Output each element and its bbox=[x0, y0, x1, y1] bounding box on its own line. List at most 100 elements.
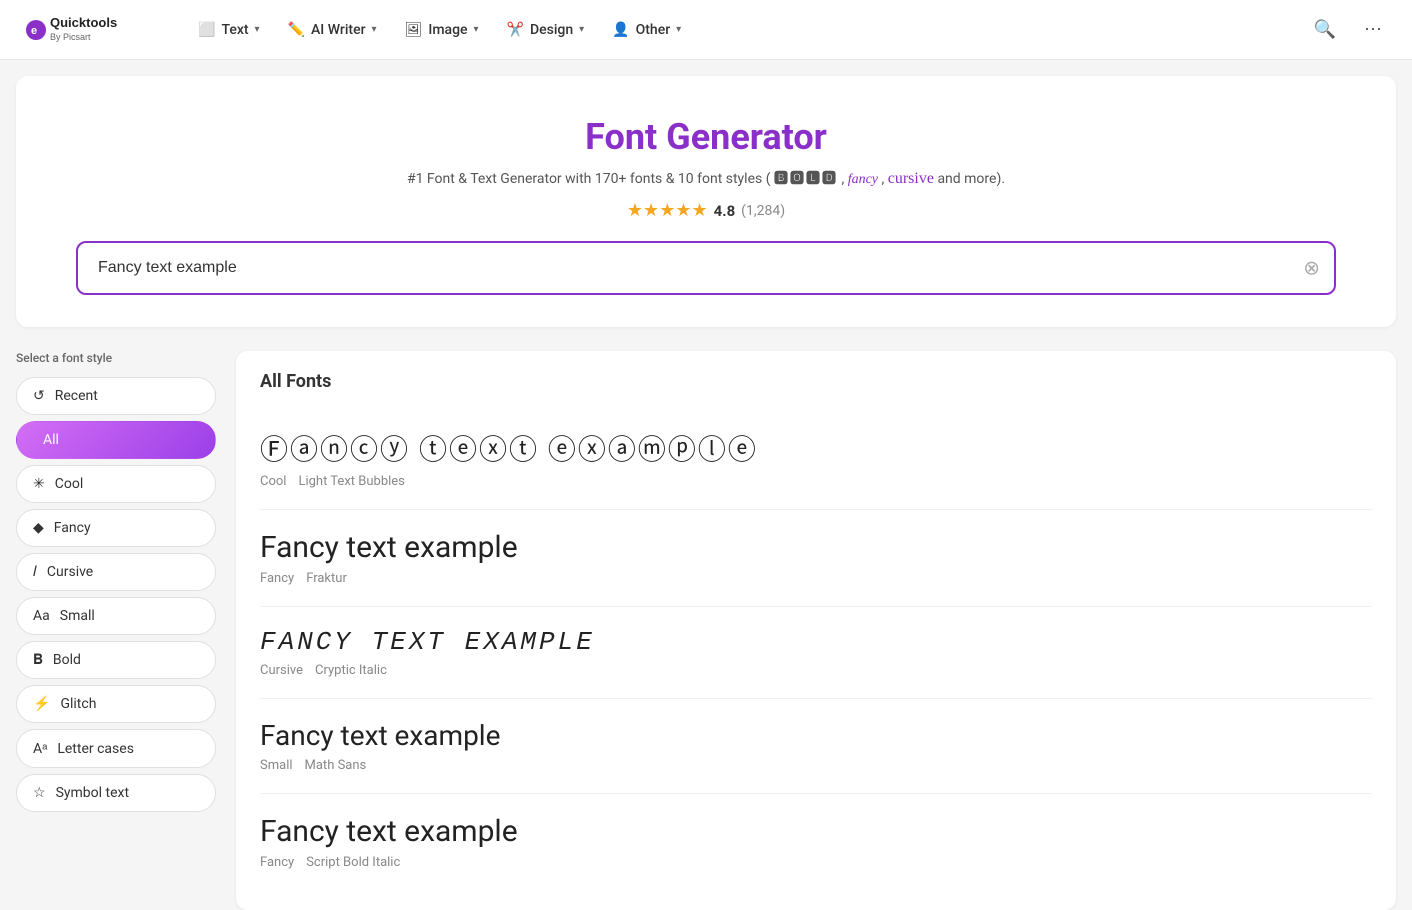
sidebar-items: ↺ Recent All ✳ Cool ◆ Fancy 𝐼 Cursive Aa… bbox=[16, 377, 216, 812]
svg-text:Quicktools: Quicktools bbox=[50, 15, 117, 30]
sidebar-item-label-all: All bbox=[43, 432, 59, 448]
sidebar-item-small[interactable]: Aa Small bbox=[16, 597, 216, 635]
nav-item-design[interactable]: ✂️ Design ▾ bbox=[495, 14, 597, 46]
sidebar-item-label-cool: Cool bbox=[55, 476, 84, 492]
hero-bold-dots: 🅱🅾🅻🅳 bbox=[774, 171, 838, 187]
rating-row: ★★★★★ 4.8 (1,284) bbox=[40, 200, 1372, 221]
design-icon: ✂️ bbox=[507, 22, 524, 38]
sidebar-item-label-glitch: Glitch bbox=[60, 696, 96, 712]
sidebar: Select a font style ↺ Recent All ✳ Cool … bbox=[16, 351, 216, 818]
sidebar-item-label-letter-cases: Letter cases bbox=[57, 741, 134, 757]
font-tag: Cool bbox=[260, 474, 286, 489]
hero-cursive-text: cursive bbox=[888, 170, 934, 187]
font-tag: Fraktur bbox=[306, 571, 347, 586]
sidebar-item-label-small: Small bbox=[60, 608, 95, 624]
font-preview-fraktur: Fancy text example bbox=[260, 530, 1372, 565]
sidebar-item-label-cursive: Cursive bbox=[47, 564, 93, 580]
sidebar-item-label-symbol-text: Symbol text bbox=[56, 785, 129, 801]
main-layout: Select a font style ↺ Recent All ✳ Cool … bbox=[16, 351, 1396, 910]
rating-stars: ★★★★★ bbox=[627, 200, 708, 221]
search-input[interactable] bbox=[76, 241, 1336, 295]
sidebar-item-label-bold: Bold bbox=[53, 652, 81, 668]
sidebar-item-all[interactable]: All bbox=[16, 421, 216, 459]
svg-text:By Picsart: By Picsart bbox=[50, 32, 91, 42]
font-preview-cryptic-italic: FANCY TEXT EXAMPLE bbox=[260, 627, 1372, 657]
rating-score: 4.8 bbox=[714, 202, 736, 220]
logo[interactable]: Quicktools By Picsart e bbox=[24, 12, 154, 48]
chevron-down-icon-3: ▾ bbox=[474, 24, 479, 35]
font-tag: Cryptic Italic bbox=[315, 663, 387, 678]
share-button[interactable]: ⋯ bbox=[1358, 13, 1388, 46]
font-results: Ⓕⓐⓝⓒⓨ ⓣⓔⓧⓣ ⓔⓧⓐⓜⓟⓛⓔ Cool Light Text Bubble… bbox=[260, 408, 1372, 890]
sidebar-icon-fancy: ◆ bbox=[33, 520, 44, 536]
sidebar-icon-cool: ✳ bbox=[33, 476, 45, 492]
sidebar-icon-symbol-text: ☆ bbox=[33, 785, 46, 801]
nav-item-image[interactable]: 🖼 Image ▾ bbox=[393, 14, 491, 46]
sidebar-icon-recent: ↺ bbox=[33, 388, 45, 404]
sidebar-item-glitch[interactable]: ⚡ Glitch bbox=[16, 685, 216, 723]
nav-items: ⬜ Text ▾ ✏️ AI Writer ▾ 🖼 Image ▾ ✂️ Des… bbox=[186, 14, 1308, 46]
nav-design-label: Design bbox=[530, 22, 573, 38]
sidebar-item-cursive[interactable]: 𝐼 Cursive bbox=[16, 553, 216, 591]
font-result-script-bold-italic[interactable]: Fancy text example Fancy Script Bold Ital… bbox=[260, 794, 1372, 890]
sidebar-icon-cursive: 𝐼 bbox=[33, 564, 37, 580]
hero-sub-end: and more). bbox=[937, 171, 1005, 187]
search-clear-button[interactable]: ⊗ bbox=[1303, 256, 1320, 281]
font-result-cryptic-italic[interactable]: FANCY TEXT EXAMPLE CursiveCryptic Italic bbox=[260, 607, 1372, 699]
nav-text-label: Text bbox=[221, 22, 248, 38]
nav-item-other[interactable]: 👤 Other ▾ bbox=[600, 14, 693, 46]
fonts-panel: All Fonts Ⓕⓐⓝⓒⓨ ⓣⓔⓧⓣ ⓔⓧⓐⓜⓟⓛⓔ Cool Light T… bbox=[236, 351, 1396, 910]
nav-item-text[interactable]: ⬜ Text ▾ bbox=[186, 14, 272, 46]
ai-writer-icon: ✏️ bbox=[288, 22, 305, 38]
sidebar-item-label-recent: Recent bbox=[55, 388, 98, 404]
chevron-down-icon-4: ▾ bbox=[579, 24, 584, 35]
hero-subtitle: #1 Font & Text Generator with 170+ fonts… bbox=[40, 168, 1372, 188]
sidebar-label: Select a font style bbox=[16, 351, 216, 365]
chevron-down-icon: ▾ bbox=[255, 24, 260, 35]
hero-sub-text: #1 Font & Text Generator with 170+ fonts… bbox=[407, 171, 771, 187]
chevron-down-icon-2: ▾ bbox=[372, 24, 377, 35]
font-preview-script-bold-italic: Fancy text example bbox=[260, 814, 1372, 849]
font-tag: Light Text Bubbles bbox=[298, 474, 404, 489]
hero-fancy-text: fancy bbox=[848, 172, 878, 187]
sidebar-item-fancy[interactable]: ◆ Fancy bbox=[16, 509, 216, 547]
sidebar-item-symbol-text[interactable]: ☆ Symbol text bbox=[16, 774, 216, 812]
sidebar-item-label-fancy: Fancy bbox=[54, 520, 91, 536]
sidebar-item-bold[interactable]: 𝐁 Bold bbox=[16, 641, 216, 679]
font-meta-fraktur: Fancy Fraktur bbox=[260, 571, 1372, 586]
search-button[interactable]: 🔍 bbox=[1308, 13, 1342, 46]
font-preview-light-text-bubbles: Ⓕⓐⓝⓒⓨ ⓣⓔⓧⓣ ⓔⓧⓐⓜⓟⓛⓔ bbox=[260, 428, 1372, 468]
font-meta-light-text-bubbles: Cool Light Text Bubbles bbox=[260, 474, 1372, 489]
nav-item-ai-writer[interactable]: ✏️ AI Writer ▾ bbox=[276, 14, 389, 46]
font-tag: Small bbox=[260, 758, 293, 773]
font-result-math-sans[interactable]: Fancy text example SmallMath Sans bbox=[260, 699, 1372, 794]
sidebar-icon-bold: 𝐁 bbox=[33, 652, 43, 668]
font-meta-script-bold-italic: Fancy Script Bold Italic bbox=[260, 855, 1372, 870]
hero-section: Font Generator #1 Font & Text Generator … bbox=[16, 76, 1396, 327]
font-tag: Fancy bbox=[260, 571, 294, 586]
sidebar-icon-glitch: ⚡ bbox=[33, 696, 50, 712]
nav-image-label: Image bbox=[428, 22, 467, 38]
sidebar-icon-letter-cases: Aᵃ bbox=[33, 740, 47, 757]
search-box: ⊗ bbox=[76, 241, 1336, 295]
navbar: Quicktools By Picsart e ⬜ Text ▾ ✏️ AI W… bbox=[0, 0, 1412, 60]
font-meta-cryptic-italic: CursiveCryptic Italic bbox=[260, 663, 1372, 678]
sidebar-item-letter-cases[interactable]: Aᵃ Letter cases bbox=[16, 729, 216, 768]
sidebar-icon-small: Aa bbox=[33, 608, 50, 624]
font-result-light-text-bubbles[interactable]: Ⓕⓐⓝⓒⓨ ⓣⓔⓧⓣ ⓔⓧⓐⓜⓟⓛⓔ Cool Light Text Bubble… bbox=[260, 408, 1372, 510]
image-icon: 🖼 bbox=[405, 22, 423, 38]
fonts-panel-title: All Fonts bbox=[260, 371, 1372, 392]
sidebar-item-cool[interactable]: ✳ Cool bbox=[16, 465, 216, 503]
font-result-fraktur[interactable]: Fancy text example Fancy Fraktur bbox=[260, 510, 1372, 607]
close-icon: ⊗ bbox=[1303, 256, 1320, 281]
sidebar-item-recent[interactable]: ↺ Recent bbox=[16, 377, 216, 415]
navbar-actions: 🔍 ⋯ bbox=[1308, 13, 1388, 46]
svg-text:e: e bbox=[31, 25, 37, 37]
nav-other-label: Other bbox=[636, 22, 671, 38]
hero-title: Font Generator bbox=[40, 116, 1372, 158]
font-tag: Script Bold Italic bbox=[306, 855, 400, 870]
font-tag: Fancy bbox=[260, 855, 294, 870]
chevron-down-icon-5: ▾ bbox=[676, 24, 681, 35]
font-meta-math-sans: SmallMath Sans bbox=[260, 758, 1372, 773]
nav-ai-writer-label: AI Writer bbox=[311, 22, 366, 38]
